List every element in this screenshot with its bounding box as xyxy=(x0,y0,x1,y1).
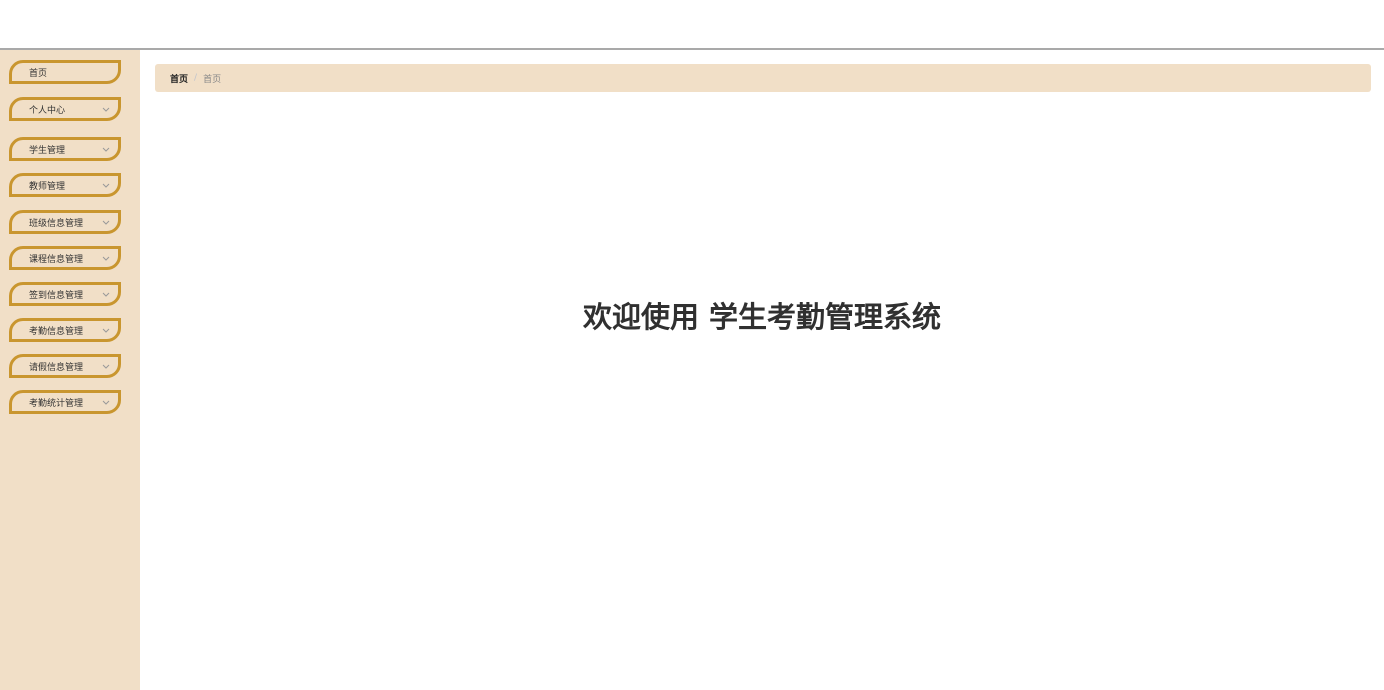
sidebar-item-class-info-management[interactable]: 班级信息管理 xyxy=(9,210,121,234)
breadcrumb-home-link[interactable]: 首页 xyxy=(170,72,188,85)
sidebar-item-label: 签到信息管理 xyxy=(29,290,84,301)
sidebar-item-personal-center[interactable]: 个人中心 xyxy=(9,97,121,121)
sidebar-item-course-info-management[interactable]: 课程信息管理 xyxy=(9,246,121,270)
sidebar-item-label: 请假信息管理 xyxy=(29,362,84,373)
sidebar-item-attendance-info-management[interactable]: 考勤信息管理 xyxy=(9,318,121,342)
chevron-down-icon xyxy=(102,326,110,334)
main-content: 首页 / 首页 欢迎使用 学生考勤管理系统 xyxy=(140,50,1384,690)
sidebar-item-label: 学生管理 xyxy=(29,145,66,156)
chevron-down-icon xyxy=(102,362,110,370)
sidebar-item-signin-info-management[interactable]: 签到信息管理 xyxy=(9,282,121,306)
chevron-down-icon xyxy=(102,181,110,189)
sidebar-item-leave-info-management[interactable]: 请假信息管理 xyxy=(9,354,121,378)
sidebar-item-teacher-management[interactable]: 教师管理 xyxy=(9,173,121,197)
chevron-down-icon xyxy=(102,290,110,298)
breadcrumb-current: 首页 xyxy=(203,74,222,85)
top-header-bar xyxy=(0,0,1384,50)
sidebar-item-home[interactable]: 首页 xyxy=(9,60,121,84)
sidebar-item-label: 教师管理 xyxy=(29,181,66,192)
chevron-down-icon xyxy=(102,105,110,113)
sidebar-item-label: 考勤统计管理 xyxy=(29,398,84,409)
chevron-down-icon xyxy=(102,398,110,406)
chevron-down-icon xyxy=(102,254,110,262)
sidebar-item-label: 考勤信息管理 xyxy=(29,326,84,337)
sidebar-item-label: 班级信息管理 xyxy=(29,218,84,229)
sidebar-item-label: 首页 xyxy=(29,68,48,79)
sidebar-item-label: 课程信息管理 xyxy=(29,254,84,265)
breadcrumb: 首页 / 首页 xyxy=(155,64,1371,92)
sidebar-item-label: 个人中心 xyxy=(29,105,66,116)
sidebar-item-student-management[interactable]: 学生管理 xyxy=(9,137,121,161)
breadcrumb-separator: / xyxy=(194,73,198,83)
sidebar-item-attendance-stats-management[interactable]: 考勤统计管理 xyxy=(9,390,121,414)
chevron-down-icon xyxy=(102,145,110,153)
sidebar: 首页 个人中心 学生管理 教师管理 班级信息管理 课程信息管理 签到信息管理 考… xyxy=(0,50,140,690)
welcome-title: 欢迎使用 学生考勤管理系统 xyxy=(582,300,942,334)
chevron-down-icon xyxy=(102,218,110,226)
